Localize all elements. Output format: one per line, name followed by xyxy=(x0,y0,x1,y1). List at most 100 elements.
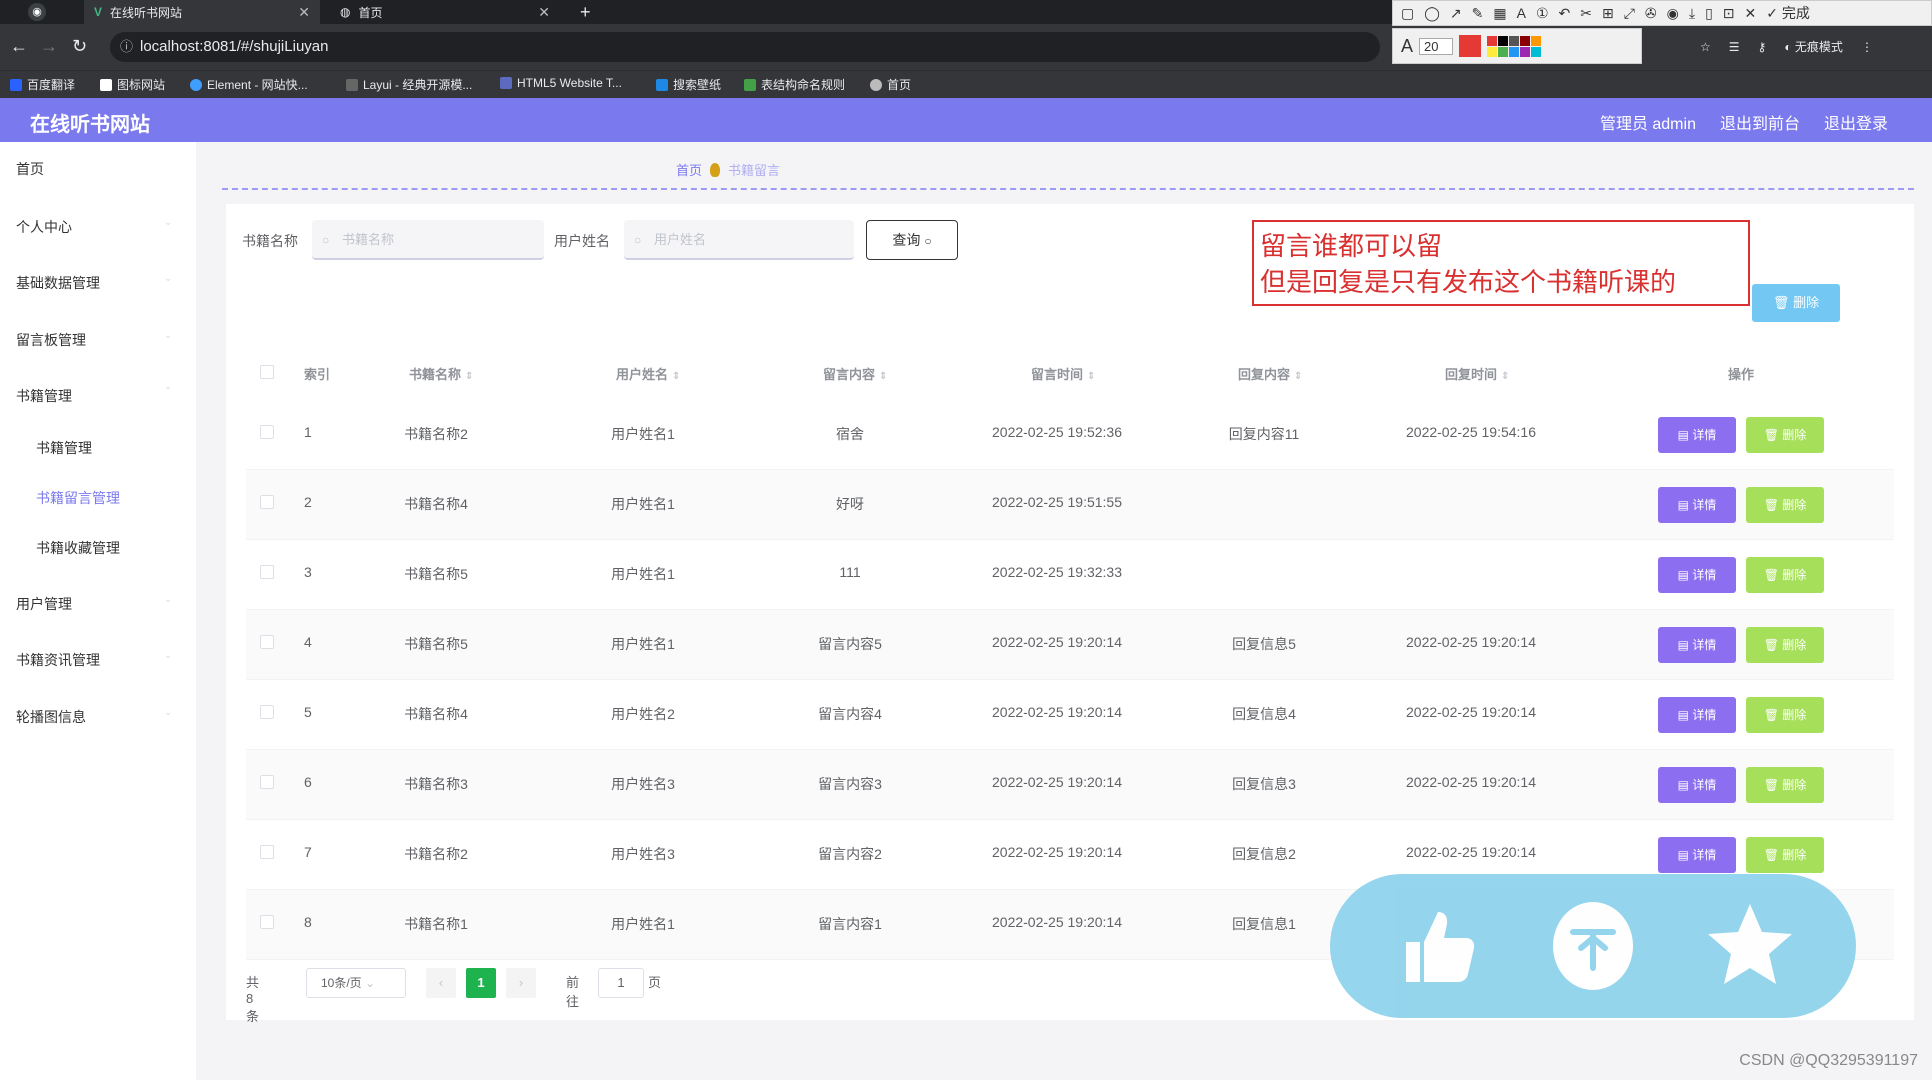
sort-icon[interactable]: ⇕ xyxy=(879,371,887,382)
sidebar-item-personal-center[interactable]: 个人中心 ⌄ xyxy=(16,217,172,237)
star-icon[interactable]: ☆ xyxy=(1700,40,1711,54)
sort-icon[interactable]: ⇕ xyxy=(1087,371,1095,382)
color-swatch[interactable] xyxy=(1520,46,1531,57)
color-swatch[interactable] xyxy=(1487,46,1498,57)
back-to-front-link[interactable]: 退出到前台 xyxy=(1720,110,1800,134)
sidebar-item-user-management[interactable]: 用户管理 ⌄ xyxy=(16,594,172,614)
sidebar-subitem-books[interactable]: 书籍管理 xyxy=(36,438,92,458)
pin-icon[interactable]: ⊞ xyxy=(1602,5,1614,22)
col-book-name[interactable]: 书籍名称 ⇕ xyxy=(409,364,473,383)
back-icon[interactable]: ← xyxy=(10,36,28,57)
tab-online-audiobook[interactable]: V 在线听书网站 ✕ xyxy=(84,0,320,24)
pushpin-icon[interactable]: ✇ xyxy=(1645,5,1657,22)
bookmark-item[interactable]: 搜索壁纸 xyxy=(656,76,721,93)
sidebar-item-home[interactable]: 首页 xyxy=(16,159,44,179)
cut-icon[interactable]: ✂ xyxy=(1580,5,1592,22)
delete-button[interactable]: 🗑 删除 xyxy=(1746,767,1824,803)
rectangle-tool-icon[interactable]: ▢ xyxy=(1401,5,1414,22)
detail-button[interactable]: ▤ 详情 xyxy=(1658,557,1736,593)
logout-link[interactable]: 退出登录 xyxy=(1824,110,1888,134)
save-icon[interactable]: ⊡ xyxy=(1723,5,1735,22)
detail-button[interactable]: ▤ 详情 xyxy=(1658,417,1736,453)
close-icon[interactable]: ✕ xyxy=(298,4,310,21)
goto-page-input[interactable]: 1 xyxy=(598,968,644,998)
sort-icon[interactable]: ⇕ xyxy=(1294,371,1302,382)
page-size-select[interactable]: 10条/页 ⌄ xyxy=(306,968,406,998)
tab-home[interactable]: ◍ 首页 ✕ xyxy=(330,0,560,24)
select-all-checkbox[interactable] xyxy=(260,365,274,379)
color-swatch[interactable] xyxy=(1509,35,1520,46)
color-palette[interactable] xyxy=(1487,35,1542,57)
text-tool-icon[interactable]: A xyxy=(1517,5,1526,21)
query-button[interactable]: 查询 ○ xyxy=(866,220,958,260)
color-swatch[interactable] xyxy=(1498,35,1509,46)
coin-icon[interactable] xyxy=(1545,898,1641,994)
bookmark-item[interactable]: 百度翻译 xyxy=(10,76,75,93)
row-checkbox[interactable] xyxy=(260,495,274,509)
book-name-input[interactable]: ○ 书籍名称 xyxy=(312,220,544,260)
ellipse-tool-icon[interactable]: ◯ xyxy=(1424,5,1440,22)
sidebar-subitem-book-comments[interactable]: 书籍留言管理 xyxy=(36,488,120,508)
bookmark-item[interactable]: 图标网站 xyxy=(100,76,165,93)
undo-icon[interactable]: ↶ xyxy=(1559,5,1571,22)
sidebar-item-message-board[interactable]: 留言板管理 ⌄ xyxy=(16,330,172,350)
sidebar-subitem-book-favorites[interactable]: 书籍收藏管理 xyxy=(36,538,120,558)
row-checkbox[interactable] xyxy=(260,635,274,649)
prev-page-button[interactable]: ‹ xyxy=(426,968,456,998)
batch-delete-button[interactable]: 🗑 删除 xyxy=(1752,284,1840,322)
row-checkbox[interactable] xyxy=(260,565,274,579)
close-icon[interactable]: ✕ xyxy=(1745,5,1757,22)
sort-icon[interactable]: ⇕ xyxy=(465,371,473,382)
col-reply[interactable]: 回复内容 ⇕ xyxy=(1238,364,1302,383)
row-checkbox[interactable] xyxy=(260,775,274,789)
page-number-current[interactable]: 1 xyxy=(466,968,496,998)
detail-button[interactable]: ▤ 详情 xyxy=(1658,767,1736,803)
forward-icon[interactable]: → xyxy=(40,36,58,57)
bookmark-item[interactable]: HTML5 Website T... xyxy=(500,76,622,90)
reading-list-icon[interactable]: ☰ xyxy=(1729,40,1740,54)
download-icon[interactable]: ⤓ xyxy=(1689,5,1695,22)
col-content[interactable]: 留言内容 ⇕ xyxy=(823,364,887,383)
sort-icon[interactable]: ⇕ xyxy=(672,371,680,382)
detail-button[interactable]: ▤ 详情 xyxy=(1658,837,1736,873)
delete-button[interactable]: 🗑 删除 xyxy=(1746,557,1824,593)
color-swatch[interactable] xyxy=(1531,46,1542,57)
delete-button[interactable]: 🗑 删除 xyxy=(1746,417,1824,453)
col-reply-time[interactable]: 回复时间 ⇕ xyxy=(1445,364,1509,383)
sidebar-item-basic-data[interactable]: 基础数据管理 ⌄ xyxy=(16,273,172,293)
sidebar-item-carousel[interactable]: 轮播图信息 ⌄ xyxy=(16,707,172,727)
col-user-name[interactable]: 用户姓名 ⇕ xyxy=(616,364,680,383)
row-checkbox[interactable] xyxy=(260,425,274,439)
mosaic-tool-icon[interactable]: ▦ xyxy=(1493,5,1506,22)
detail-button[interactable]: ▤ 详情 xyxy=(1658,487,1736,523)
color-swatch[interactable] xyxy=(1520,35,1531,46)
url-field[interactable]: ⓘ localhost:8081/#/shujiLiuyan xyxy=(110,32,1380,62)
row-checkbox[interactable] xyxy=(260,705,274,719)
key-icon[interactable]: ⚷ xyxy=(1758,40,1767,54)
detail-button[interactable]: ▤ 详情 xyxy=(1658,697,1736,733)
sidebar-item-book-management[interactable]: 书籍管理 ⌃ xyxy=(16,386,172,406)
star-favorite-icon[interactable] xyxy=(1702,898,1798,994)
user-name-input[interactable]: ○ 用户姓名 xyxy=(624,220,854,260)
expand-icon[interactable]: ⤢ xyxy=(1624,5,1635,22)
row-checkbox[interactable] xyxy=(260,915,274,929)
color-swatch[interactable] xyxy=(1487,35,1498,46)
detail-button[interactable]: ▤ 详情 xyxy=(1658,627,1736,663)
color-swatch[interactable] xyxy=(1531,35,1542,46)
color-swatch[interactable] xyxy=(1509,46,1520,57)
delete-button[interactable]: 🗑 删除 xyxy=(1746,697,1824,733)
bookmark-item[interactable]: 首页 xyxy=(870,76,911,93)
done-button[interactable]: ✓ 完成 xyxy=(1766,3,1810,23)
counter-tool-icon[interactable]: ① xyxy=(1536,5,1549,22)
thumbs-up-icon[interactable] xyxy=(1388,898,1484,994)
next-page-button[interactable]: › xyxy=(506,968,536,998)
new-tab-icon[interactable]: + xyxy=(580,0,591,24)
incognito-badge[interactable]: ◐ 无痕模式 xyxy=(1784,38,1843,55)
more-icon[interactable]: ⋮ xyxy=(1861,40,1873,54)
pen-tool-icon[interactable]: ✎ xyxy=(1472,5,1484,22)
record-icon[interactable]: ◉ xyxy=(1667,5,1679,22)
breadcrumb-home[interactable]: 首页 xyxy=(676,160,702,179)
sort-icon[interactable]: ⇕ xyxy=(1501,371,1509,382)
delete-button[interactable]: 🗑 删除 xyxy=(1746,837,1824,873)
reload-icon[interactable]: ↻ xyxy=(72,36,87,57)
